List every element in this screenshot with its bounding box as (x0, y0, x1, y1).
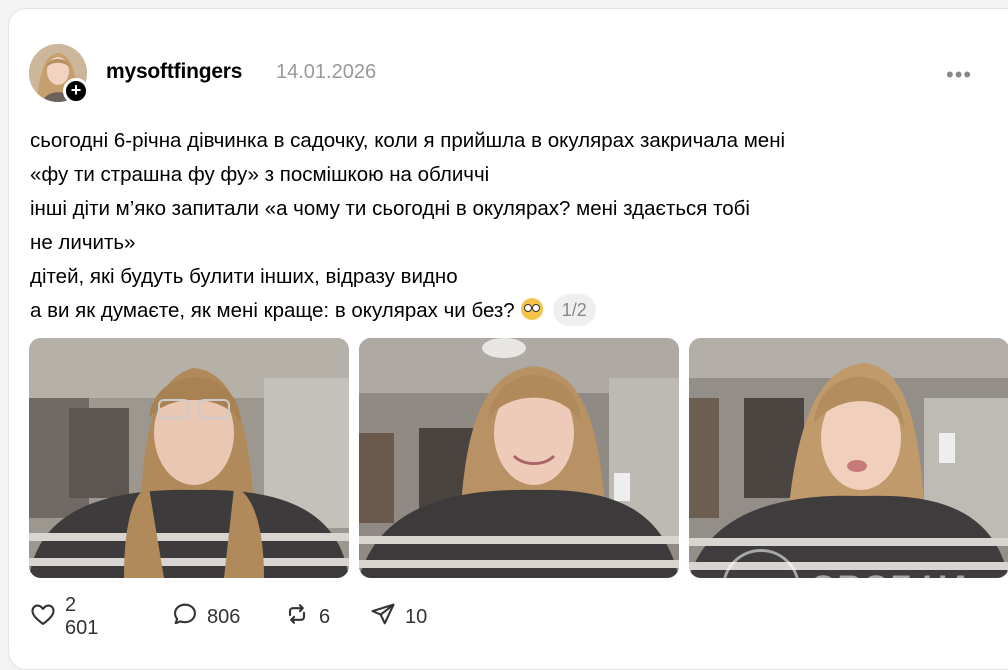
post-text-line: інші діти м’яко запитали «а чому ти сьог… (30, 197, 750, 220)
post-text-line: дітей, які будуть булити інших, відразу … (30, 265, 458, 288)
heart-icon (29, 600, 57, 634)
share-button[interactable]: 10 (369, 600, 427, 634)
post-text: сьогодні 6-річна дівчинка в садочку, кол… (30, 124, 990, 328)
post-date: 14.01.2026 (276, 61, 377, 83)
comment-bubble-icon (171, 600, 199, 634)
repost-button[interactable]: 6 (283, 600, 330, 634)
watermark: OBOZ.UA (722, 548, 992, 628)
post-text-line: а ви як думаєте, як мені краще: в окуляр… (30, 299, 515, 322)
like-count: 2 601 (65, 594, 99, 639)
post-image-2[interactable] (359, 338, 679, 578)
author-avatar[interactable]: + (29, 44, 89, 104)
more-options-icon[interactable]: ••• (946, 62, 972, 88)
share-count: 10 (405, 605, 428, 628)
post-image-3[interactable] (689, 338, 1008, 578)
post-text-line: «фу ти страшна фу фу» з посмішкою на обл… (30, 163, 490, 186)
like-button[interactable]: 2 601 (29, 594, 98, 639)
image-counter-badge: 1/2 (552, 294, 596, 326)
repost-count: 6 (319, 605, 331, 628)
post-text-line: не личить» (30, 231, 136, 254)
watermark-logo-icon (722, 549, 800, 627)
post-text-line: сьогодні 6-річна дівчинка в садочку, кол… (30, 129, 786, 152)
follow-plus-icon[interactable]: + (63, 78, 89, 104)
send-icon (369, 600, 397, 634)
repost-icon (283, 600, 311, 634)
comment-button[interactable]: 806 (171, 600, 240, 634)
watermark-text: OBOZ.UA (810, 568, 974, 607)
post-image-1[interactable] (29, 338, 349, 578)
comment-count: 806 (207, 605, 241, 628)
nerd-face-emoji-icon (520, 298, 543, 320)
post-text-line-last: а ви як думаєте, як мені краще: в окуляр… (30, 294, 990, 328)
author-username[interactable]: mysoftfingers (106, 60, 242, 84)
